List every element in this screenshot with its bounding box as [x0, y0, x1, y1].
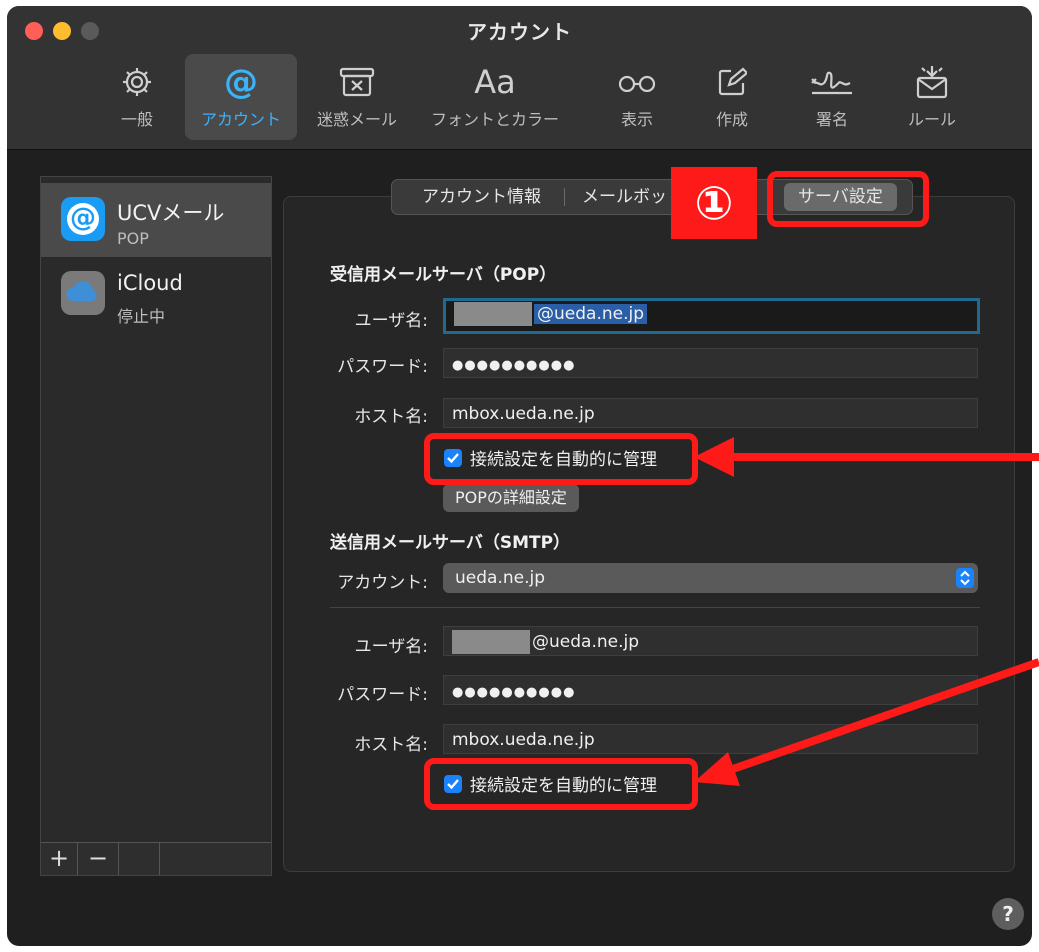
arrow-to-outgoing-checkbox — [728, 658, 1039, 774]
annotation-arrows — [694, 437, 1039, 786]
arrowhead-incoming — [694, 437, 734, 477]
arrowhead-outgoing — [694, 752, 740, 786]
